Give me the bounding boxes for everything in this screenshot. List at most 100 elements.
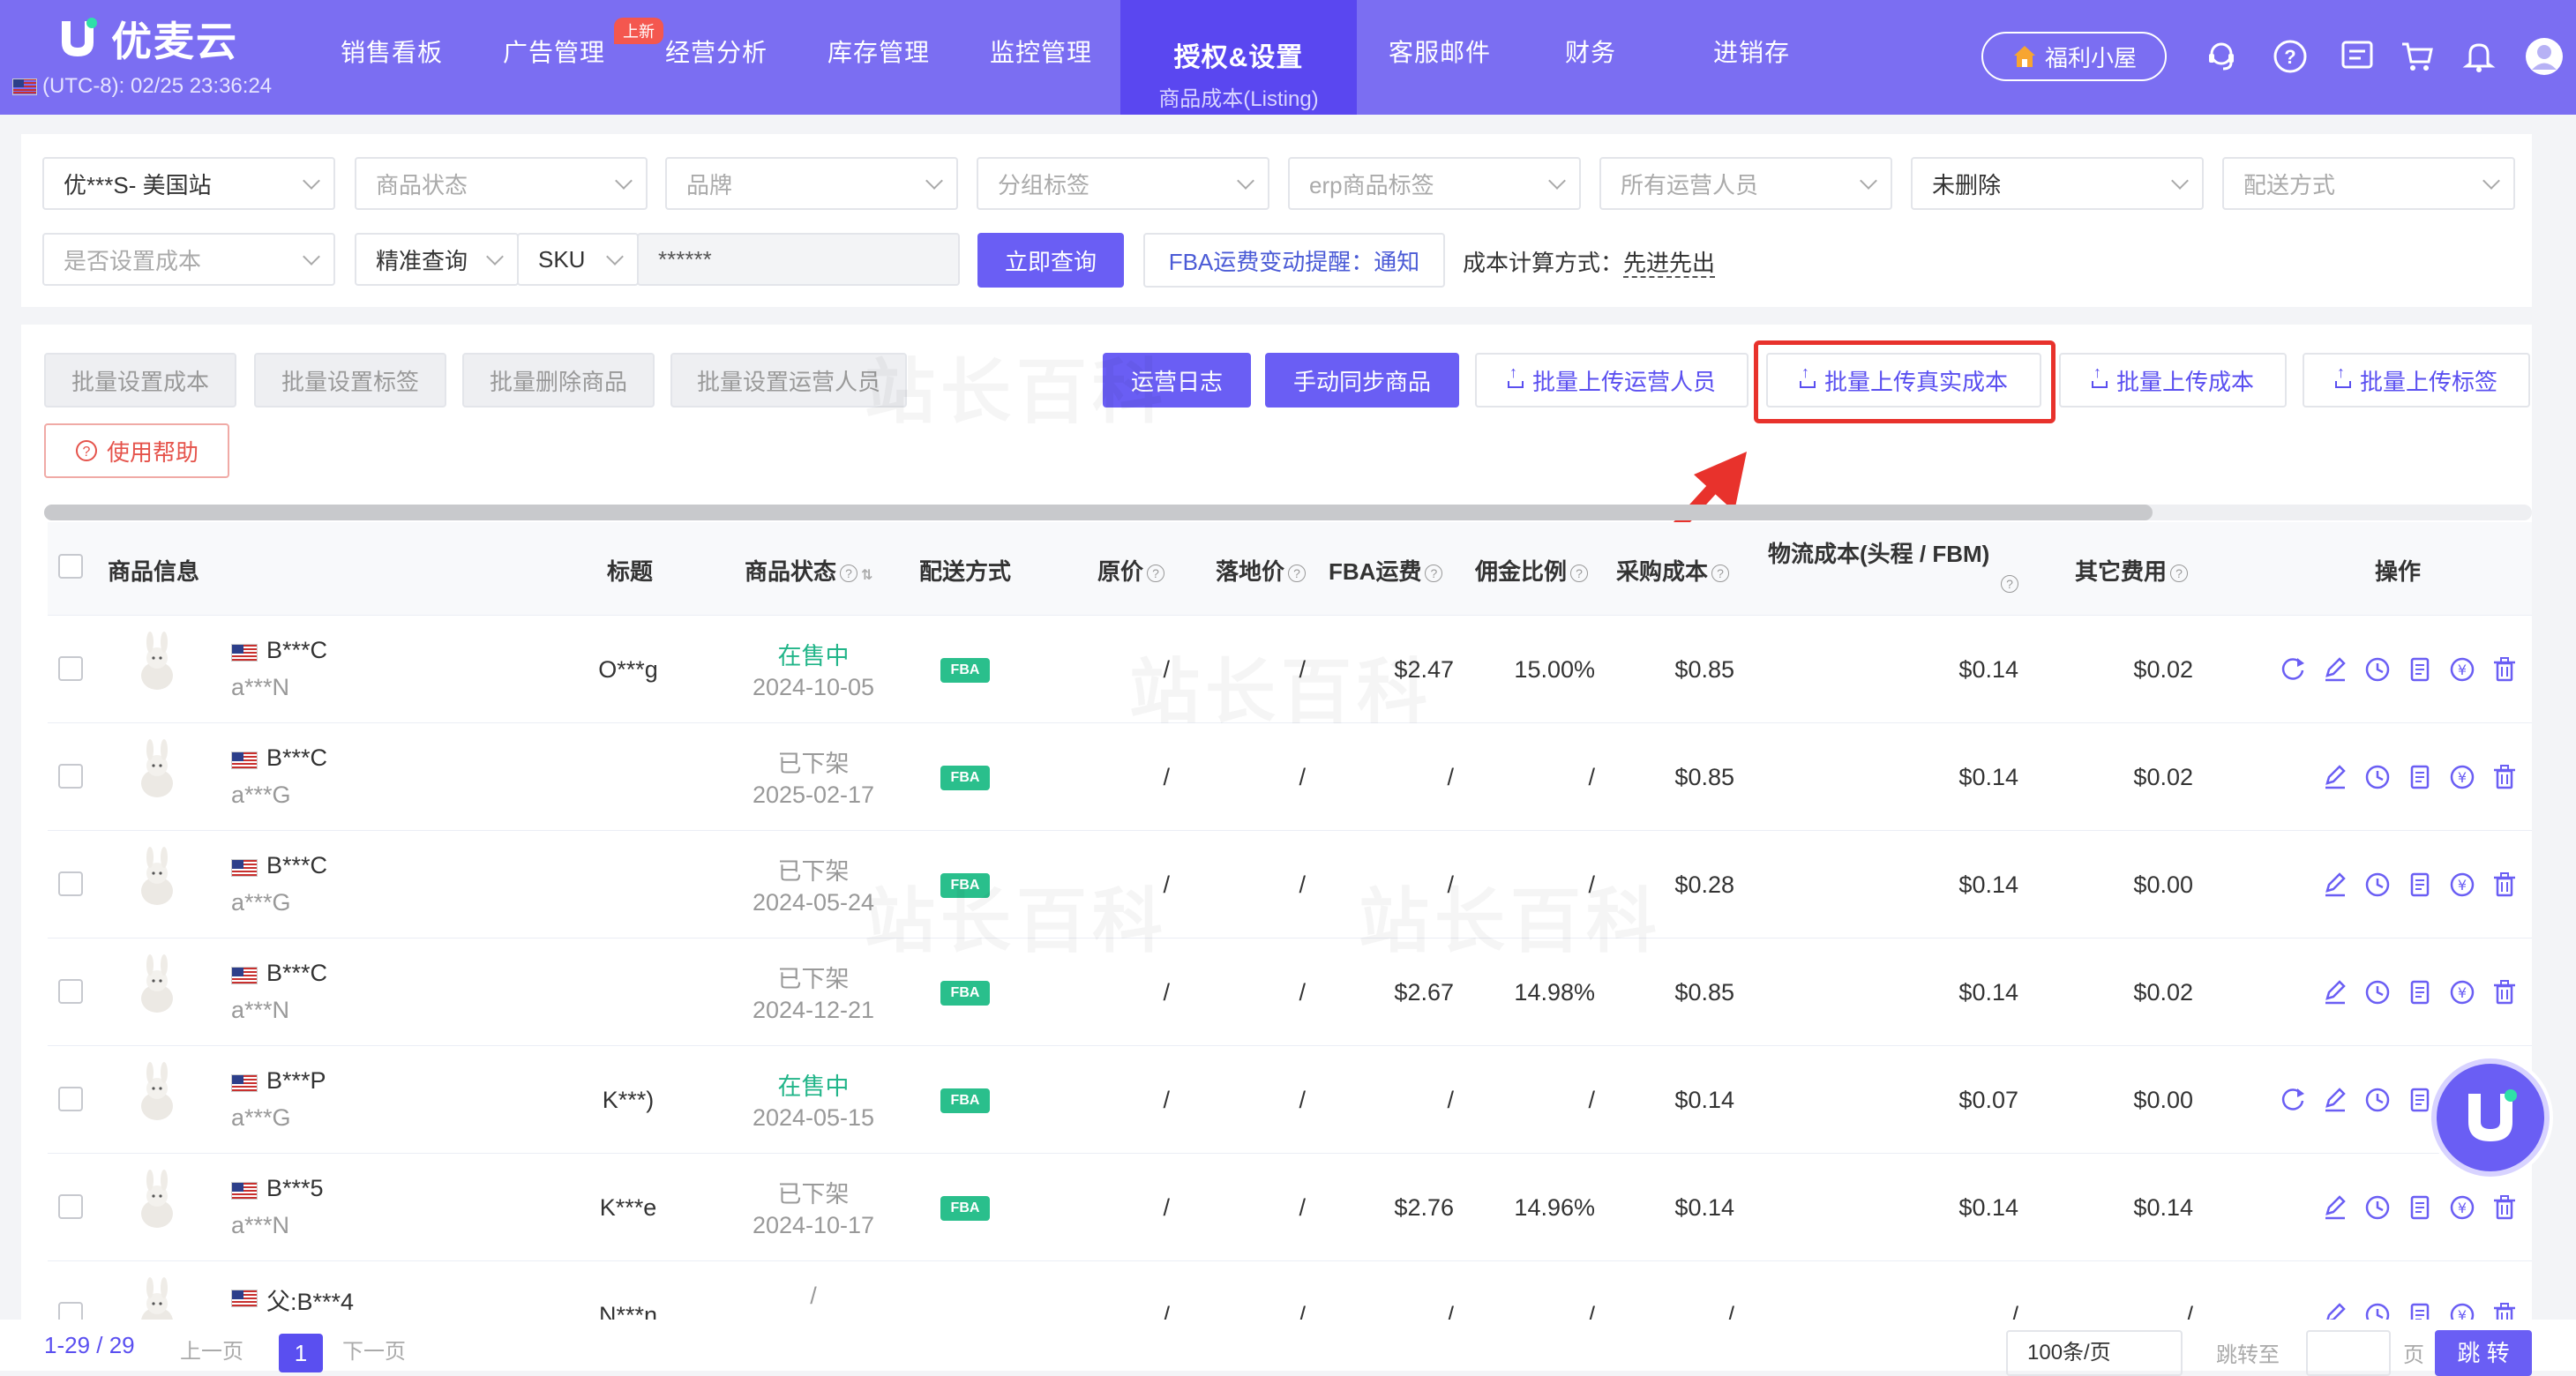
cost-icon[interactable]: ¥ <box>2447 870 2477 900</box>
search-button[interactable]: 立即查询 <box>977 233 1124 288</box>
cost-icon[interactable]: ¥ <box>2447 654 2477 684</box>
cost-set-select[interactable]: 是否设置成本 <box>42 233 335 286</box>
scrollbar-thumb[interactable] <box>44 505 2153 520</box>
row-asin[interactable]: B***C <box>266 852 327 879</box>
us-flag-icon <box>231 1290 258 1307</box>
avatar[interactable] <box>2525 37 2564 76</box>
group-tag-select[interactable]: 分组标签 <box>977 157 1269 210</box>
document-icon[interactable] <box>2405 1193 2435 1223</box>
nav-sales-board[interactable]: 销售看板 <box>341 34 443 69</box>
fba-badge: FBA <box>940 766 990 790</box>
row-asin[interactable]: 父:B***4 <box>266 1283 354 1317</box>
upload-cost-button[interactable]: 批量上传成本 <box>2059 353 2287 408</box>
history-icon[interactable] <box>2363 977 2393 1007</box>
brand-select[interactable]: 品牌 <box>665 157 958 210</box>
document-icon[interactable] <box>2405 870 2435 900</box>
next-page[interactable]: 下一页 <box>342 1334 406 1365</box>
batch-delete-button[interactable]: 批量删除商品 <box>462 353 655 408</box>
edit-icon[interactable] <box>2320 1085 2350 1115</box>
manual-sync-button[interactable]: 手动同步商品 <box>1265 353 1459 408</box>
upload-tag-button[interactable]: 批量上传标签 <box>2303 353 2530 408</box>
nav-analysis[interactable]: 经营分析 <box>665 34 768 69</box>
field-select[interactable]: SKU <box>517 233 639 286</box>
edit-icon[interactable] <box>2320 870 2350 900</box>
row-purchase: $0.14 <box>1674 1087 1734 1113</box>
document-icon[interactable] <box>2405 1085 2435 1115</box>
upload-operator-button[interactable]: 批量上传运营人员 <box>1475 353 1749 408</box>
row-checkbox[interactable] <box>58 1194 83 1219</box>
cost-icon[interactable]: ¥ <box>2447 762 2477 792</box>
headset-icon[interactable] <box>2204 39 2239 74</box>
document-icon[interactable] <box>2405 654 2435 684</box>
history-icon[interactable] <box>2363 1193 2393 1223</box>
nav-auth-settings[interactable]: 授权&设置 商品成本(Listing) <box>1120 0 1357 115</box>
row-asin[interactable]: B***5 <box>266 1175 324 1202</box>
batch-set-tag-button[interactable]: 批量设置标签 <box>254 353 446 408</box>
document-icon[interactable] <box>2405 977 2435 1007</box>
select-all-checkbox[interactable] <box>58 554 83 579</box>
row-checkbox[interactable] <box>58 764 83 789</box>
fuli-button[interactable]: 福利小屋 <box>1981 32 2167 81</box>
bell-icon[interactable] <box>2461 39 2497 74</box>
jump-input[interactable] <box>2306 1330 2391 1376</box>
nav-monitor[interactable]: 监控管理 <box>990 34 1092 69</box>
page-1[interactable]: 1 <box>279 1334 323 1372</box>
edit-icon[interactable] <box>2320 654 2350 684</box>
th-purchase: 采购成本? <box>1616 554 1730 587</box>
status-select[interactable]: 商品状态 <box>355 157 648 210</box>
history-icon[interactable] <box>2363 762 2393 792</box>
operator-select[interactable]: 所有运营人员 <box>1599 157 1892 210</box>
edit-icon[interactable] <box>2320 977 2350 1007</box>
cart-icon[interactable] <box>2400 39 2435 74</box>
nav-ads[interactable]: 广告管理 <box>503 34 605 69</box>
help-button[interactable]: ? 使用帮助 <box>44 423 229 478</box>
row-asin[interactable]: B***P <box>266 1067 326 1095</box>
row-purchase: $0.14 <box>1674 1194 1734 1221</box>
deleted-select[interactable]: 未删除 <box>1911 157 2204 210</box>
prev-page[interactable]: 上一页 <box>180 1334 243 1365</box>
history-icon[interactable] <box>2363 1085 2393 1115</box>
nav-finance[interactable]: 财务 <box>1565 34 1616 69</box>
assistant-float-button[interactable] <box>2431 1058 2550 1177</box>
delete-icon[interactable] <box>2490 654 2520 684</box>
document-icon[interactable] <box>2405 762 2435 792</box>
delete-icon[interactable] <box>2490 762 2520 792</box>
help-icon[interactable]: ? <box>2273 39 2308 74</box>
nav-jxc[interactable]: 进销存 <box>1713 34 1790 69</box>
row-asin[interactable]: B***C <box>266 960 327 987</box>
page-size-select[interactable]: 100条/页 <box>2006 1330 2183 1376</box>
history-icon[interactable] <box>2363 870 2393 900</box>
row-checkbox[interactable] <box>58 979 83 1004</box>
delete-icon[interactable] <box>2490 1193 2520 1223</box>
search-input[interactable]: ****** <box>637 233 960 286</box>
product-thumbnail <box>132 1062 182 1124</box>
erp-tag-select[interactable]: erp商品标签 <box>1288 157 1581 210</box>
edit-icon[interactable] <box>2320 762 2350 792</box>
row-checkbox[interactable] <box>58 871 83 896</box>
cost-icon[interactable]: ¥ <box>2447 1193 2477 1223</box>
refresh-icon[interactable] <box>2278 1085 2308 1115</box>
message-icon[interactable] <box>2340 39 2375 74</box>
upload-tag-label: 批量上传标签 <box>2359 368 2497 395</box>
row-asin[interactable]: B***C <box>266 637 327 664</box>
query-mode-select[interactable]: 精准查询 <box>355 233 519 286</box>
cost-icon[interactable]: ¥ <box>2447 977 2477 1007</box>
nav-inventory[interactable]: 库存管理 <box>827 34 930 69</box>
cost-method-value[interactable]: 先进先出 <box>1623 250 1716 278</box>
delete-icon[interactable] <box>2490 870 2520 900</box>
delete-icon[interactable] <box>2490 977 2520 1007</box>
nav-service-mail[interactable]: 客服邮件 <box>1389 34 1491 69</box>
row-checkbox[interactable] <box>58 656 83 681</box>
jump-button[interactable]: 跳 转 <box>2435 1330 2532 1376</box>
refresh-icon[interactable] <box>2278 654 2308 684</box>
row-checkbox[interactable] <box>58 1087 83 1111</box>
fba-notice-link[interactable]: FBA运费变动提醒：通知 <box>1143 233 1445 288</box>
store-select[interactable]: 优***S- 美国站 <box>42 157 335 210</box>
edit-icon[interactable] <box>2320 1193 2350 1223</box>
batch-set-cost-button[interactable]: 批量设置成本 <box>44 353 236 408</box>
shipping-select[interactable]: 配送方式 <box>2222 157 2515 210</box>
logo[interactable]: 优麦云 <box>55 12 238 65</box>
history-icon[interactable] <box>2363 654 2393 684</box>
row-asin[interactable]: B***C <box>266 744 327 772</box>
th-status[interactable]: 商品状态? ⇅ <box>745 554 872 587</box>
